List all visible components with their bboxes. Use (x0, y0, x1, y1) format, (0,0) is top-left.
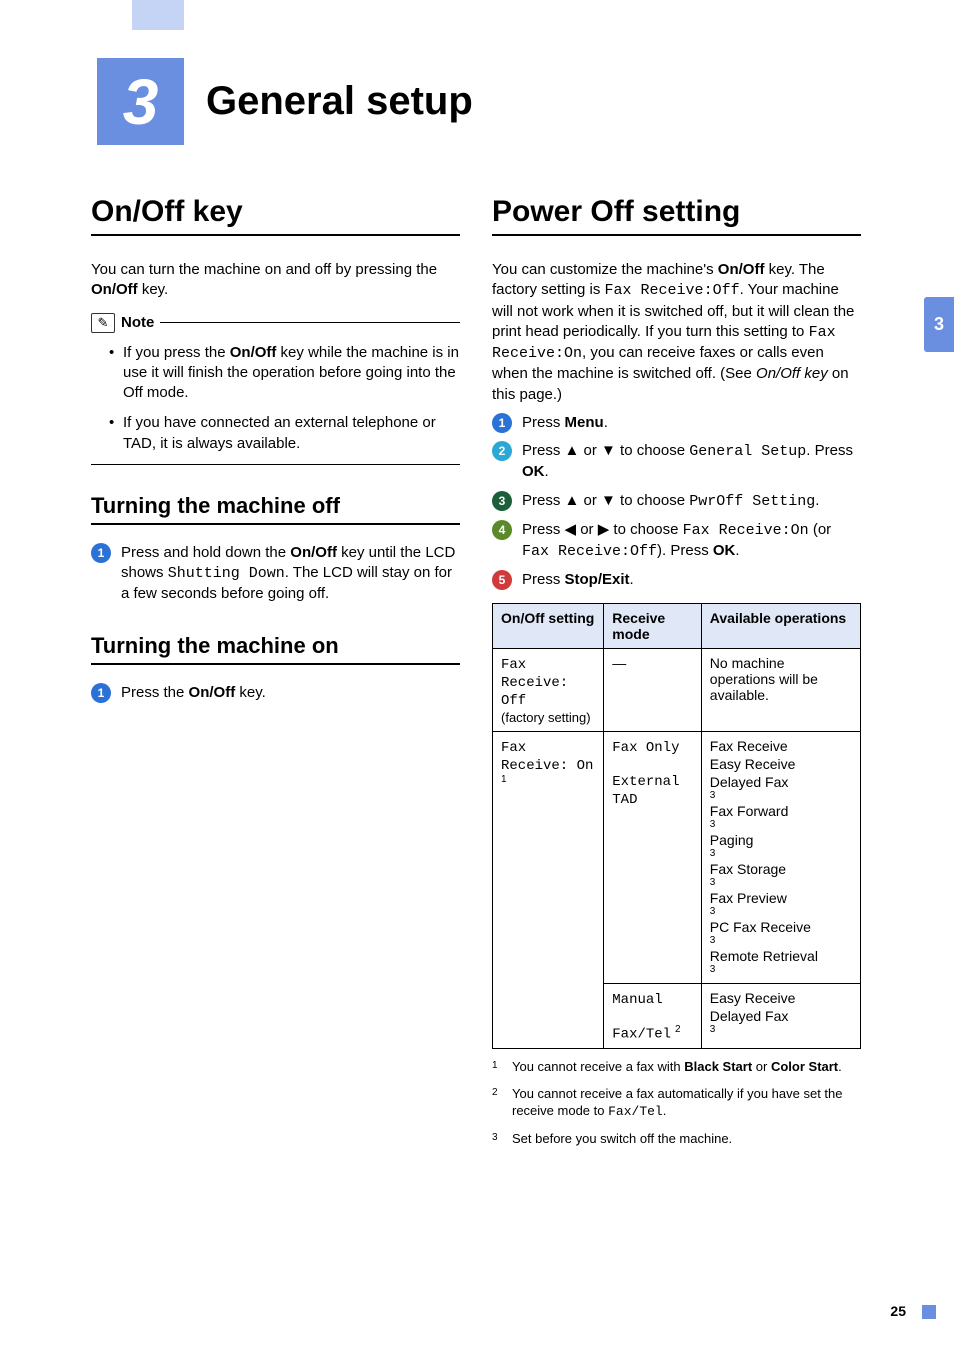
section-turning-on: Turning the machine on (91, 633, 460, 665)
step-number-2: 2 (492, 441, 512, 461)
chapter-box: 3 (97, 58, 184, 145)
op-item: Delayed Fax 3 (710, 774, 852, 801)
right-column: Power Off setting You can customize the … (492, 195, 861, 1158)
op-item: Fax Receive (710, 738, 852, 754)
cell-setting: Fax Receive: On 1 (493, 731, 604, 1049)
step-body: Press ◀ or ▶ to choose Fax Receive:On (o… (522, 520, 861, 563)
footnotes: 1 You cannot receive a fax with Black St… (492, 1059, 861, 1148)
cell-ops: No machine operations will be available. (701, 648, 860, 731)
chapter-title: General setup (206, 79, 473, 124)
chapter-number: 3 (123, 65, 159, 139)
section-poweroff: Power Off setting (492, 195, 861, 236)
step: 2 Press ▲ or ▼ to choose General Setup. P… (492, 441, 861, 483)
table-row: Fax Receive: On 1 Fax Only External TAD … (493, 731, 861, 983)
step-number-1: 1 (91, 683, 111, 703)
step-body: Press the On/Off key. (121, 683, 460, 703)
step-number-4: 4 (492, 520, 512, 540)
cell-ops: Easy Receive Delayed Fax 3 (701, 983, 860, 1049)
op-item: Easy Receive (710, 756, 852, 772)
step: 5 Press Stop/Exit. (492, 570, 861, 590)
step-body: Press ▲ or ▼ to choose General Setup. Pr… (522, 441, 861, 483)
cell-mode: Manual Fax/Tel 2 (604, 983, 702, 1049)
footnote: 1 You cannot receive a fax with Black St… (492, 1059, 861, 1076)
steps: 1 Press Menu. 2 Press ▲ or ▼ to choose Gene… (492, 413, 861, 591)
table-row: Fax Receive: Off (factory setting) — No … (493, 648, 861, 731)
op-item: Fax Preview 3 (710, 890, 852, 917)
step-number-1: 1 (91, 543, 111, 563)
side-tab: 3 (924, 297, 954, 352)
note-icon: ✎ (91, 313, 115, 333)
note-item: If you press the On/Off key while the ma… (109, 343, 460, 404)
step: 1 Press Menu. (492, 413, 861, 433)
op-item: Easy Receive (710, 990, 852, 1006)
settings-table: On/Off setting Receive mode Available op… (492, 603, 861, 1050)
cell-setting: Fax Receive: Off (factory setting) (493, 648, 604, 731)
step-number-1: 1 (492, 413, 512, 433)
step-body: Press and hold down the On/Off key until… (121, 543, 460, 605)
step: 3 Press ▲ or ▼ to choose PwrOff Setting. (492, 491, 861, 512)
onoff-intro: You can turn the machine on and off by p… (91, 260, 460, 301)
page-number: 25 (890, 1303, 906, 1319)
step: 4 Press ◀ or ▶ to choose Fax Receive:On (… (492, 520, 861, 563)
th-setting: On/Off setting (493, 603, 604, 648)
page-number-bar (922, 1305, 936, 1319)
section-turning-off: Turning the machine off (91, 493, 460, 525)
chapter-header: 3 General setup (97, 58, 473, 145)
footnote: 2 You cannot receive a fax automatically… (492, 1086, 861, 1121)
left-column: On/Off key You can turn the machine on a… (91, 195, 460, 1158)
header-bar (132, 0, 184, 30)
th-ops: Available operations (701, 603, 860, 648)
note-rule (160, 322, 460, 323)
step-number-3: 3 (492, 491, 512, 511)
op-item: PC Fax Receive 3 (710, 919, 852, 946)
note-list: If you press the On/Off key while the ma… (109, 343, 460, 454)
note-item: If you have connected an external teleph… (109, 413, 460, 454)
note-label: Note (121, 314, 154, 331)
op-item: Fax Forward 3 (710, 803, 852, 830)
op-item: Delayed Fax 3 (710, 1008, 852, 1035)
note-rule (91, 464, 460, 465)
section-onoff-key: On/Off key (91, 195, 460, 236)
op-item: Remote Retrieval 3 (710, 948, 852, 975)
cell-mode: Fax Only External TAD (604, 731, 702, 983)
note-box: ✎ Note If you press the On/Off key while… (91, 313, 460, 465)
footnote: 3 Set before you switch off the machine. (492, 1131, 861, 1148)
step-body: Press Stop/Exit. (522, 570, 861, 590)
step: 1 Press and hold down the On/Off key unt… (91, 543, 460, 605)
op-item: Paging 3 (710, 832, 852, 859)
poweroff-intro: You can customize the machine's On/Off k… (492, 260, 861, 405)
th-mode: Receive mode (604, 603, 702, 648)
step-number-5: 5 (492, 570, 512, 590)
step-body: Press ▲ or ▼ to choose PwrOff Setting. (522, 491, 861, 512)
op-item: Fax Storage 3 (710, 861, 852, 888)
step: 1 Press the On/Off key. (91, 683, 460, 703)
cell-mode: — (604, 648, 702, 731)
step-body: Press Menu. (522, 413, 861, 433)
cell-ops: Fax ReceiveEasy ReceiveDelayed Fax 3Fax … (701, 731, 860, 983)
